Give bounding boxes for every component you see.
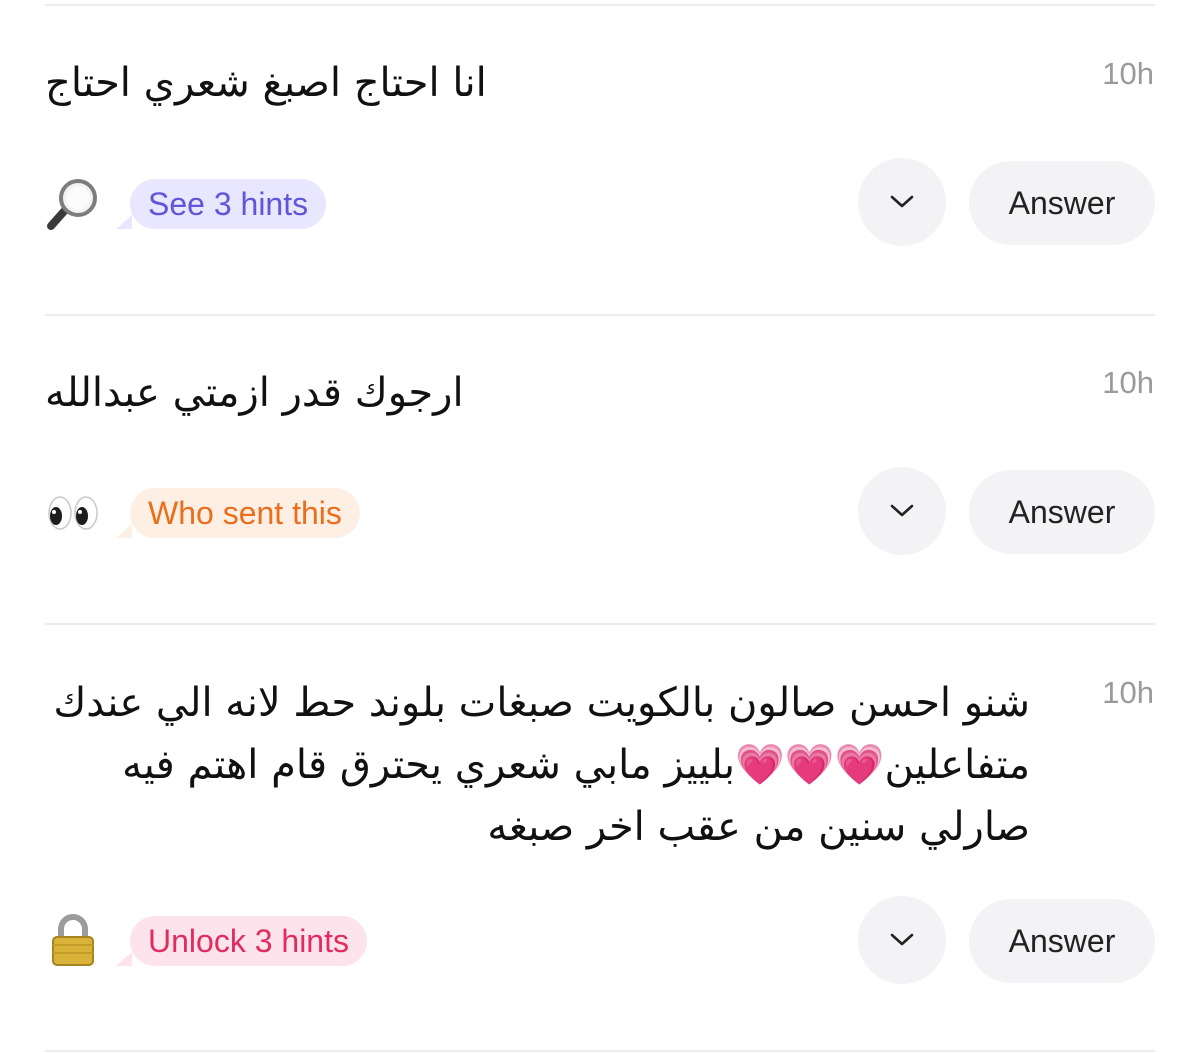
divider (45, 1050, 1155, 1052)
answer-button[interactable]: Answer (969, 899, 1155, 983)
chevron-down-icon (890, 504, 914, 517)
expand-button[interactable] (858, 158, 946, 246)
chevron-down-icon (890, 933, 914, 946)
question-text: ارجوك قدر ازمتي عبدالله (45, 370, 464, 416)
top-divider (45, 4, 1155, 6)
unlock-hints-button[interactable]: Unlock 3 hints (116, 916, 367, 966)
question-text: انا احتاج اصبغ شعري احتاج (45, 60, 487, 106)
question-text: شنو احسن صالون بالكويت صبغات بلوند حط لا… (53, 680, 1030, 850)
timestamp: 10h (1102, 675, 1154, 710)
lock-icon (45, 912, 101, 968)
see-hints-button[interactable]: See 3 hints (115, 179, 327, 229)
divider (45, 314, 1155, 316)
answer-button[interactable]: Answer (969, 161, 1155, 245)
timestamp: 10h (1102, 56, 1154, 91)
who-sent-this-button[interactable]: Who sent this (116, 488, 360, 538)
divider (45, 623, 1155, 625)
timestamp: 10h (1102, 365, 1154, 400)
eyes-icon (45, 485, 101, 541)
answer-button[interactable]: Answer (969, 470, 1155, 554)
expand-button[interactable] (858, 896, 946, 984)
expand-button[interactable] (858, 467, 946, 555)
chevron-down-icon (890, 195, 914, 208)
magnifier-icon (45, 176, 101, 232)
